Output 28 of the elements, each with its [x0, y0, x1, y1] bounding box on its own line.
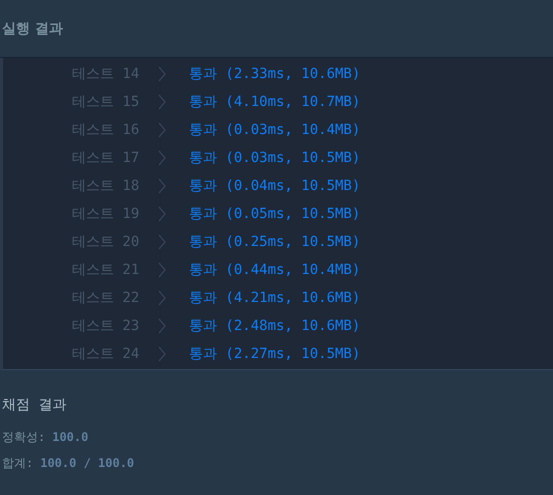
chevron-icon: [158, 262, 166, 278]
test-result: 통과 (4.10ms, 10.7MB): [189, 93, 360, 111]
chevron-icon: [158, 122, 166, 138]
test-result: 통과 (4.21ms, 10.6MB): [189, 289, 360, 307]
test-result: 통과 (0.04ms, 10.5MB): [189, 177, 360, 195]
chevron-icon: [158, 234, 166, 250]
test-result: 통과 (0.03ms, 10.4MB): [189, 121, 360, 139]
test-result: 통과 (0.03ms, 10.5MB): [189, 149, 360, 167]
chevron-icon: [158, 94, 166, 110]
score-title: 채점 결과: [2, 396, 68, 414]
test-result: 통과 (2.33ms, 10.6MB): [189, 65, 360, 83]
score-value: 100.0 / 100.0: [40, 456, 134, 470]
chevron-icon: [158, 66, 166, 82]
score-value: 100.0: [52, 430, 88, 444]
chevron-icon: [158, 346, 166, 362]
test-result: 통과 (2.48ms, 10.6MB): [189, 317, 360, 335]
chevron-icon: [158, 206, 166, 222]
chevron-icon: [158, 178, 166, 194]
section-title: 실행 결과: [1, 20, 63, 38]
test-result: 통과 (0.25ms, 10.5MB): [189, 233, 360, 251]
score-label: 정확성:: [2, 428, 46, 446]
chevron-icon: [158, 150, 166, 166]
chevron-icon: [158, 290, 166, 306]
test-result: 통과 (0.44ms, 10.4MB): [189, 261, 360, 279]
score-label: 합계:: [2, 454, 34, 472]
chevron-icon: [158, 318, 166, 334]
test-result: 통과 (0.05ms, 10.5MB): [189, 205, 360, 223]
test-result: 통과 (2.27ms, 10.5MB): [189, 345, 360, 363]
